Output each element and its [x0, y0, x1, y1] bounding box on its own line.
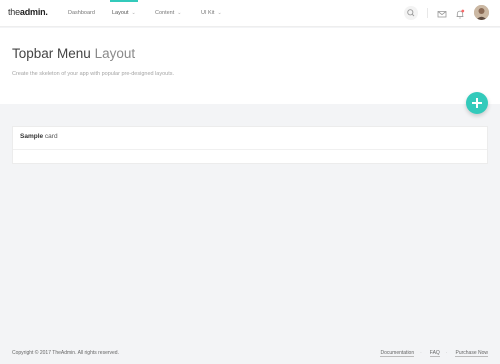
- user-avatar-image: [474, 5, 489, 20]
- page-title: Topbar Menu Layout: [12, 46, 136, 61]
- topbar: theadmin. Dashboard Layout ⌄ Content ⌄ UI …: [0, 0, 500, 27]
- chevron-down-icon: ⌄: [217, 10, 222, 16]
- chevron-down-icon: ⌄: [177, 10, 182, 16]
- footer-link-documentation[interactable]: Documentation: [380, 350, 415, 357]
- footer-links: Documentation · FAQ · Purchase Now: [372, 350, 488, 357]
- chevron-down-icon: ⌄: [131, 10, 136, 16]
- mail-button[interactable]: [436, 7, 448, 19]
- topbar-divider: [427, 8, 428, 18]
- footer-link-purchase[interactable]: Purchase Now: [455, 350, 488, 357]
- add-button[interactable]: [466, 92, 488, 114]
- footer-link-faq[interactable]: FAQ: [429, 350, 440, 357]
- nav-item-layout[interactable]: Layout ⌄: [110, 0, 138, 27]
- nav-item-content[interactable]: Content ⌄: [155, 0, 181, 27]
- sample-card: Sample card: [12, 126, 488, 164]
- brand-logo[interactable]: theadmin.: [8, 7, 48, 17]
- nav-item-label: Content: [155, 10, 175, 16]
- card-title: Sample card: [20, 133, 58, 140]
- page-header: [0, 28, 500, 104]
- notifications-button[interactable]: [454, 7, 466, 19]
- mail-icon: [437, 11, 447, 18]
- page-subtitle: Create the skeleton of your app with pop…: [12, 71, 175, 77]
- nav-item-label: Dashboard: [68, 10, 95, 16]
- bell-icon: [456, 9, 465, 19]
- footer-copyright: Copyright © 2017 TheAdmin. All rights re…: [12, 350, 119, 356]
- nav-item-label: UI Kit: [201, 10, 215, 16]
- footer-separator: ·: [420, 350, 422, 356]
- card-divider: [13, 149, 487, 150]
- nav-item-label: Layout: [112, 10, 129, 16]
- avatar[interactable]: [474, 5, 489, 20]
- search-button[interactable]: [404, 6, 418, 20]
- nav-item-ui-kit[interactable]: UI Kit ⌄: [201, 0, 222, 27]
- search-icon: [407, 9, 415, 17]
- active-indicator: [110, 0, 138, 2]
- footer-separator: ·: [445, 350, 448, 356]
- nav-item-dashboard[interactable]: Dashboard: [68, 0, 95, 27]
